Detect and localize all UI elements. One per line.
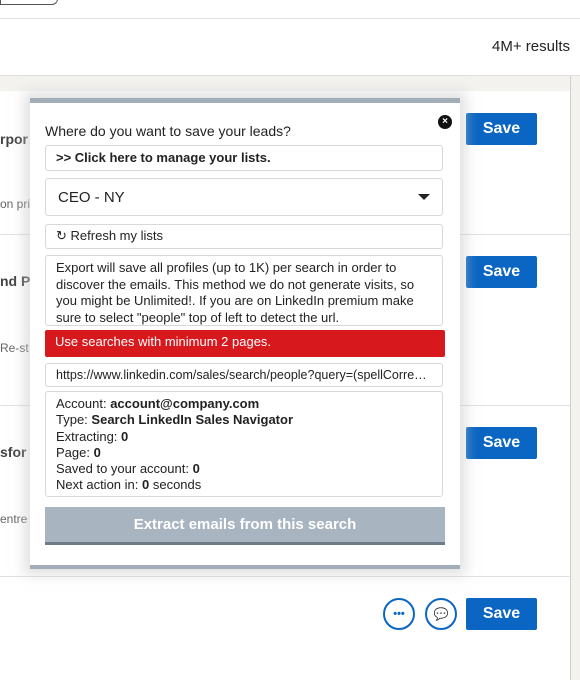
close-icon[interactable]: ×	[438, 115, 452, 129]
extract-emails-button[interactable]: Extract emails from this search	[45, 507, 445, 545]
save-button[interactable]: Save	[466, 598, 537, 630]
lead-card: ••• 💬 Save	[0, 577, 570, 680]
type-line: Type: Search LinkedIn Sales Navigator	[56, 412, 293, 428]
refresh-icon: ↻	[56, 228, 67, 243]
save-leads-modal: × Where do you want to save your leads? …	[30, 98, 460, 569]
top-bar	[0, 0, 580, 19]
extracting-line: Extracting: 0	[56, 428, 129, 444]
save-button[interactable]: Save	[466, 256, 537, 288]
search-url-field[interactable]: https://www.linkedin.com/sales/search/pe…	[45, 363, 443, 387]
top-button[interactable]	[0, 0, 58, 5]
save-button[interactable]: Save	[466, 113, 537, 145]
more-options-icon[interactable]: •••	[383, 598, 415, 630]
lead-title-fragment: rpor	[0, 131, 28, 147]
next-action-line: Next action in: 0 seconds	[56, 477, 202, 493]
refresh-label: Refresh my lists	[70, 228, 163, 243]
results-count: 4M+ results	[492, 38, 570, 55]
info-text: Export will save all profiles (up to 1K)…	[45, 255, 443, 326]
message-icon[interactable]: 💬	[425, 598, 457, 630]
results-bar: 4M+ results	[0, 19, 580, 76]
lead-title-fragment: sfor	[0, 444, 27, 460]
page-line: Page: 0	[56, 444, 101, 460]
lead-subtitle-fragment: Re-st	[0, 341, 29, 355]
manage-lists-link[interactable]: >> Click here to manage your lists.	[45, 145, 443, 171]
list-select[interactable]: CEO - NY	[45, 178, 443, 216]
account-status: Account: account@company.com Type: Searc…	[45, 391, 443, 497]
modal-question: Where do you want to save your leads?	[45, 123, 291, 139]
saved-line: Saved to your account: 0	[56, 461, 200, 477]
refresh-lists-button[interactable]: ↻ Refresh my lists	[45, 224, 443, 249]
save-button[interactable]: Save	[466, 427, 537, 459]
selected-list: CEO - NY	[58, 188, 125, 206]
chevron-down-icon	[418, 194, 430, 200]
divider	[570, 76, 571, 680]
lead-subtitle-fragment: entre	[0, 512, 28, 526]
account-line: Account: account@company.com	[56, 396, 260, 411]
lead-subtitle-fragment: on pri	[0, 197, 31, 211]
warning-banner: Use searches with minimum 2 pages.	[45, 330, 445, 357]
